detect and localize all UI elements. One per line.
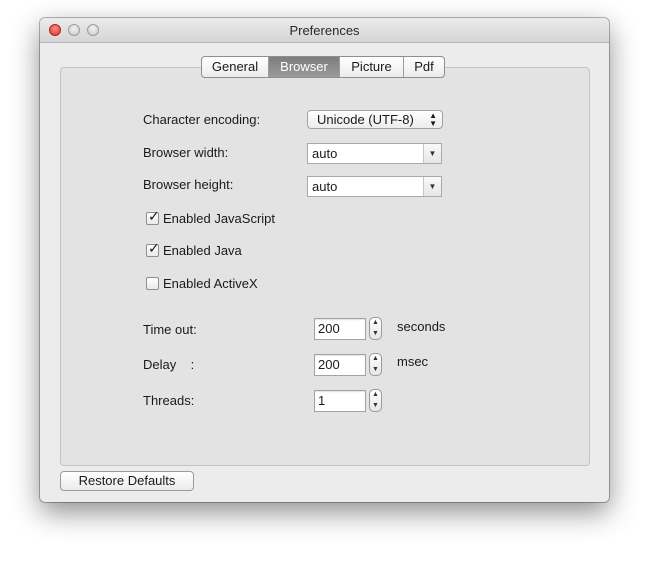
up-down-arrows-icon: ▲ ▼ — [429, 111, 437, 128]
title-bar[interactable]: Preferences — [40, 18, 609, 43]
delay-unit-label: msec — [397, 354, 429, 369]
java-checkbox-label[interactable]: Enabled Java — [163, 243, 242, 258]
browser-height-label: Browser height: — [143, 177, 234, 192]
stepper-down-icon[interactable]: ▼ — [370, 365, 381, 375]
checkmark-icon: ✓ — [148, 240, 160, 256]
chevron-down-icon[interactable]: ▼ — [423, 177, 441, 196]
checkmark-icon: ✓ — [148, 208, 160, 224]
character-encoding-label: Character encoding: — [143, 112, 261, 127]
window-title: Preferences — [289, 23, 360, 38]
chevron-down-icon[interactable]: ▼ — [423, 144, 441, 163]
delay-stepper[interactable]: ▲ ▼ — [369, 353, 382, 376]
browser-width-combobox[interactable]: auto ▼ — [307, 143, 442, 164]
character-encoding-value: Unicode (UTF-8) — [317, 112, 414, 127]
tab-browser[interactable]: Browser — [268, 57, 339, 77]
browser-width-label: Browser width: — [143, 145, 229, 160]
stepper-up-icon[interactable]: ▲ — [370, 318, 381, 328]
browser-width-value: auto — [312, 146, 338, 161]
delay-label: Delay : — [143, 357, 195, 372]
delay-input[interactable]: 200 — [314, 354, 366, 376]
character-encoding-popup[interactable]: Unicode (UTF-8) ▲ ▼ — [307, 110, 443, 129]
java-checkbox[interactable]: ✓ — [146, 240, 160, 257]
tab-pdf[interactable]: Pdf — [403, 57, 444, 77]
tab-general[interactable]: General — [202, 57, 268, 77]
activex-checkbox-label[interactable]: Enabled ActiveX — [163, 276, 258, 291]
stepper-down-icon[interactable]: ▼ — [370, 401, 381, 411]
tab-picture[interactable]: Picture — [339, 57, 403, 77]
javascript-checkbox[interactable]: ✓ — [146, 208, 160, 225]
stepper-up-icon[interactable]: ▲ — [370, 354, 381, 364]
threads-stepper[interactable]: ▲ ▼ — [369, 389, 382, 412]
threads-input[interactable]: 1 — [314, 390, 366, 412]
browser-height-value: auto — [312, 179, 338, 194]
preferences-window: Preferences General Browser Picture Pdf … — [40, 18, 609, 502]
timeout-label: Time out: — [143, 322, 197, 337]
timeout-stepper[interactable]: ▲ ▼ — [369, 317, 382, 340]
browser-height-combobox[interactable]: auto ▼ — [307, 176, 442, 197]
javascript-checkbox-label[interactable]: Enabled JavaScript — [163, 211, 275, 226]
threads-label: Threads: — [143, 393, 195, 408]
restore-defaults-button[interactable]: Restore Defaults — [60, 471, 194, 491]
stepper-up-icon[interactable]: ▲ — [370, 390, 381, 400]
timeout-unit-label: seconds — [397, 319, 446, 334]
timeout-input[interactable]: 200 — [314, 318, 366, 340]
tab-bar: General Browser Picture Pdf — [201, 56, 445, 78]
activex-checkbox[interactable] — [146, 277, 159, 290]
stepper-down-icon[interactable]: ▼ — [370, 329, 381, 339]
